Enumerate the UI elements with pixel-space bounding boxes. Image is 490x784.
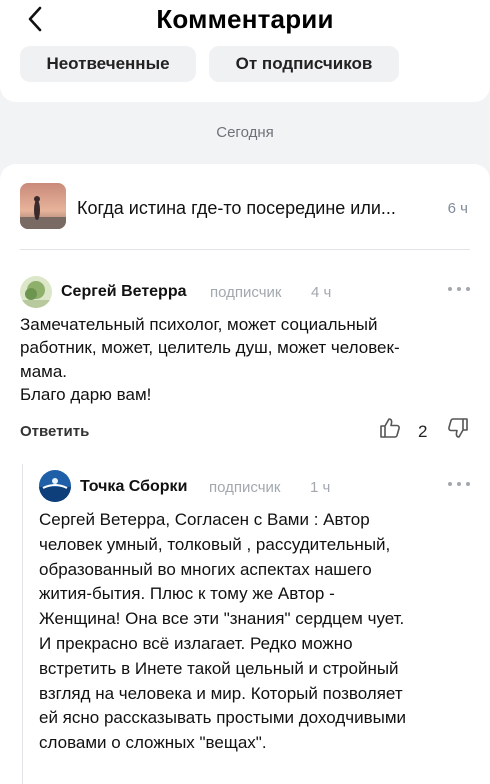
- filter-unanswered-button[interactable]: Неотвеченные: [20, 46, 196, 82]
- comment-line: встретить в Инете такой цельный и стройн…: [39, 658, 399, 678]
- comment-line: Сергей Ветерра, Согласен с Вами : Автор: [39, 510, 370, 529]
- post-thumbnail[interactable]: [20, 183, 66, 229]
- comment-line: Замечательный психолог, может социальный: [20, 315, 378, 334]
- post-time: 6 ч: [447, 200, 468, 217]
- filter-from-subscribers-button[interactable]: От подписчиков: [209, 46, 399, 82]
- comment-line: Благо дарю вам!: [20, 385, 152, 405]
- thumbs-up-icon: [380, 418, 400, 438]
- page-title: Комментарии: [156, 4, 334, 34]
- comment-line: человек умный, толковый , рассудительный…: [39, 534, 391, 554]
- comment-author[interactable]: Сергей Ветерра: [61, 283, 187, 301]
- avatar[interactable]: [20, 276, 52, 308]
- date-divider: Сегодня: [216, 124, 274, 141]
- like-button[interactable]: [378, 416, 402, 440]
- comment-line: словами о сложных "вещах".: [39, 733, 267, 753]
- like-count: 2: [418, 422, 428, 441]
- comment-role: подписчик: [209, 479, 281, 496]
- thumbs-down-icon: [448, 418, 468, 438]
- comment-text: Сергей Ветерра, Согласен с Вами : Автор …: [39, 508, 479, 756]
- comment-time: 1 ч: [310, 479, 331, 496]
- post-title[interactable]: Когда истина где-то посередине или...: [77, 198, 396, 219]
- more-options-icon[interactable]: [448, 481, 470, 487]
- dislike-button[interactable]: [446, 416, 470, 440]
- comment-line: жития-бытия. Плюс к тому же Автор -: [39, 584, 335, 604]
- comment-line: И прекрасно всё излагает. Редко можно: [39, 633, 353, 653]
- comment-line: Женщина! Она все эти "знания" сердцем чу…: [39, 609, 405, 629]
- comments-card: Когда истина где-то посередине или... 6 …: [0, 164, 490, 784]
- header-panel: Комментарии Неотвеченные От подписчиков: [0, 0, 490, 102]
- more-options-icon[interactable]: [448, 286, 470, 292]
- avatar[interactable]: [39, 470, 71, 502]
- comment-role: подписчик: [210, 284, 282, 301]
- comment-line: ей ясно рассказывать простыми доходчивым…: [39, 708, 407, 728]
- thread-line: [22, 464, 23, 784]
- comment-line: взгляд на человека и мир. Который позвол…: [39, 683, 403, 703]
- comment-line: работник, может, целитель душ, может чел…: [20, 338, 400, 358]
- comment-line: мама.: [20, 361, 68, 381]
- divider: [20, 249, 470, 250]
- reply-button[interactable]: Ответить: [20, 423, 89, 440]
- comment-line: образованный во многих аспектах нашего: [39, 559, 372, 579]
- comment-author[interactable]: Точка Сборки: [80, 478, 187, 496]
- comment-text: Замечательный психолог, может социальный…: [20, 313, 470, 407]
- comment-time: 4 ч: [311, 284, 332, 301]
